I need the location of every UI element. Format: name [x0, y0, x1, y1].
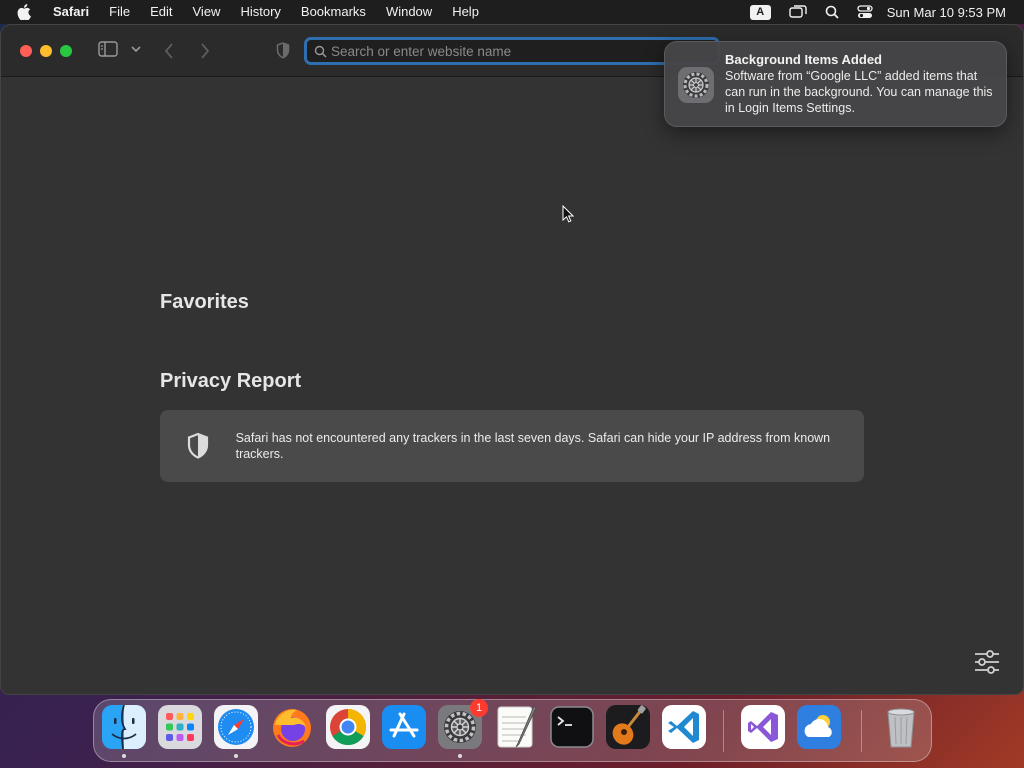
firefox-icon [273, 709, 311, 747]
running-indicator [122, 754, 126, 758]
dock-safari[interactable] [214, 705, 258, 758]
safari-compass-icon [214, 705, 258, 749]
address-input[interactable] [331, 43, 691, 59]
menu-help[interactable]: Help [442, 0, 489, 24]
menu-bookmarks[interactable]: Bookmarks [291, 0, 376, 24]
privacy-report-shield-icon[interactable] [276, 42, 290, 59]
menu-file[interactable]: File [99, 0, 140, 24]
start-page: Favorites Privacy Report Safari has not … [1, 78, 1023, 694]
menu-view[interactable]: View [183, 0, 231, 24]
menu-window[interactable]: Window [376, 0, 442, 24]
dock-weather[interactable] [797, 705, 841, 749]
dock-separator [723, 710, 724, 752]
running-indicator [458, 754, 462, 758]
notification-title: Background Items Added [725, 52, 882, 67]
spotlight-search-icon[interactable] [825, 5, 839, 19]
dock-app-store[interactable] [382, 705, 426, 749]
back-icon[interactable] [164, 43, 174, 59]
customize-start-page-icon[interactable] [973, 650, 1001, 679]
dock: 1 [93, 699, 932, 762]
chrome-icon [326, 705, 370, 749]
dock-visual-studio[interactable] [741, 705, 785, 749]
status-area: A Sun Mar 10 9:53 PM [732, 4, 1024, 20]
dock-system-settings[interactable]: 1 [438, 699, 488, 758]
apple-menu-icon[interactable] [17, 4, 37, 20]
privacy-report-heading[interactable]: Privacy Report [160, 370, 301, 393]
notification-message: Software from “Google LLC” added items t… [725, 69, 993, 115]
dock-separator [861, 710, 862, 752]
shield-icon [160, 432, 236, 460]
background-items-notification[interactable]: Background Items Added Software from “Go… [664, 41, 1007, 127]
dock-firefox[interactable] [270, 705, 314, 749]
finder-icon [102, 704, 146, 750]
dock-garageband[interactable] [606, 705, 650, 749]
control-center-icon[interactable] [857, 5, 873, 19]
dock-launchpad[interactable] [158, 705, 202, 749]
screen-mirroring-icon[interactable] [789, 5, 807, 19]
terminal-icon [550, 706, 594, 748]
zoom-window-button[interactable] [60, 45, 72, 57]
dock-terminal[interactable] [550, 705, 594, 749]
launchpad-icon [158, 705, 202, 749]
app-store-icon [382, 705, 426, 749]
visual-studio-icon [741, 705, 785, 749]
running-indicator [234, 754, 238, 758]
system-settings-gear-icon [677, 66, 715, 109]
menu-bar: Safari File Edit View History Bookmarks … [0, 0, 1024, 24]
weather-cloud-icon [797, 705, 841, 749]
close-window-button[interactable] [20, 45, 32, 57]
menubar-clock[interactable]: Sun Mar 10 9:53 PM [887, 5, 1006, 20]
dock-finder[interactable] [102, 704, 146, 758]
vscode-icon [662, 705, 706, 749]
favorites-heading: Favorites [160, 291, 249, 313]
dock-textedit[interactable] [494, 705, 538, 749]
trash-icon [887, 708, 915, 748]
minimize-window-button[interactable] [40, 45, 52, 57]
privacy-report-text: Safari has not encountered any trackers … [235, 431, 831, 461]
notification-body: Background Items Added Software from “Go… [725, 42, 1006, 116]
guitar-icon [606, 705, 650, 749]
search-icon [314, 45, 327, 58]
dock-chrome[interactable] [326, 705, 370, 749]
dock-vscode[interactable] [662, 705, 706, 749]
privacy-report-card[interactable]: Safari has not encountered any trackers … [160, 410, 864, 482]
dock-trash[interactable] [879, 705, 923, 749]
menu-app-safari[interactable]: Safari [49, 0, 99, 24]
menu-edit[interactable]: Edit [140, 0, 182, 24]
chevron-down-icon[interactable] [131, 46, 141, 53]
forward-icon[interactable] [200, 43, 210, 59]
input-source-indicator[interactable]: A [749, 4, 771, 20]
notification-badge: 1 [470, 699, 488, 717]
menu-history[interactable]: History [230, 0, 290, 24]
textedit-icon [497, 705, 537, 748]
address-bar[interactable] [304, 37, 720, 65]
sidebar-toggle-icon[interactable] [98, 41, 118, 57]
mouse-pointer-icon [562, 204, 575, 228]
